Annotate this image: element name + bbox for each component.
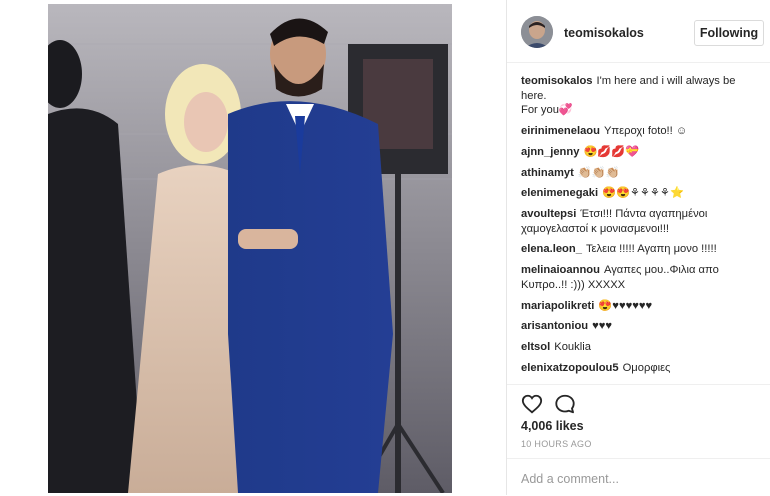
comment-text: 👏🏼👏🏼👏🏼 bbox=[577, 166, 620, 179]
list-item: elena.leon_ Τελεια !!!!! Αγαπη μονο !!!!! bbox=[521, 242, 757, 257]
comment-text: Ομορφιες bbox=[622, 361, 671, 374]
list-item: ajnn_jenny 😍💋💋💝 bbox=[521, 145, 757, 160]
avatar[interactable] bbox=[521, 16, 553, 48]
comment-username[interactable]: elena.leon_ bbox=[521, 243, 582, 255]
comment-text: Τελεια !!!!! Αγαπη μονο !!!!! bbox=[585, 243, 717, 256]
list-item: arisantoniou ♥♥♥ bbox=[521, 319, 757, 334]
heart-icon[interactable] bbox=[521, 393, 543, 415]
comment-text: 😍💋💋💝 bbox=[583, 145, 640, 158]
likes-count[interactable]: 4,006 likes bbox=[521, 419, 584, 433]
list-item: elenimenegaki 😍😍⚘⚘⚘⚘⭐ bbox=[521, 186, 757, 201]
add-comment-input[interactable] bbox=[521, 469, 761, 489]
comment-username[interactable]: arisantoniou bbox=[521, 320, 588, 332]
comment-username[interactable]: eltsol bbox=[521, 341, 550, 353]
comment-username[interactable]: elenixatzopoulou5 bbox=[521, 362, 619, 374]
comment-text: 😍😍⚘⚘⚘⚘⭐ bbox=[602, 187, 685, 200]
comment-username[interactable]: eirinimenelaou bbox=[521, 125, 600, 137]
list-item: melinaioannou Αγαπες μου..Φιλια απο Κυπρο… bbox=[521, 263, 757, 292]
comment-username[interactable]: athinamyt bbox=[521, 167, 574, 179]
author-username[interactable]: teomisokalos bbox=[564, 26, 644, 40]
comment-username[interactable]: mariapolikreti bbox=[521, 300, 594, 312]
avatar-image bbox=[521, 16, 553, 48]
comment-text: Υπεροχι foto!! ☺ bbox=[603, 124, 688, 137]
post-photo[interactable] bbox=[48, 4, 452, 493]
following-button[interactable]: Following bbox=[694, 20, 764, 46]
comment-username[interactable]: teomisokalos bbox=[521, 75, 593, 87]
list-item: eltsol Kouklia bbox=[521, 340, 757, 355]
comment-icon[interactable] bbox=[554, 393, 576, 415]
list-item: athinamyt 👏🏼👏🏼👏🏼 bbox=[521, 166, 757, 181]
comment-username[interactable]: elenimenegaki bbox=[521, 187, 598, 199]
timestamp: 10 HOURS AGO bbox=[521, 439, 592, 449]
comment-text: Kouklia bbox=[554, 341, 591, 354]
comments-list[interactable]: teomisokalos I'm here and i will always b… bbox=[521, 74, 757, 384]
post-header: teomisokalos Following bbox=[507, 0, 770, 63]
comment-text: 😍♥♥♥♥♥♥ bbox=[598, 299, 653, 312]
photo-illustration bbox=[48, 4, 452, 493]
list-item: mariapolikreti 😍♥♥♥♥♥♥ bbox=[521, 299, 757, 314]
action-bar bbox=[507, 384, 770, 415]
post-sidebar: teomisokalos Following teomisokalos I'm h… bbox=[507, 0, 770, 495]
comment-username[interactable]: melinaioannou bbox=[521, 264, 600, 276]
list-item: eirinimenelaou Υπεροχι foto!! ☺ bbox=[521, 124, 757, 139]
comment-username[interactable]: avoultepsi bbox=[521, 208, 576, 220]
add-comment-area bbox=[507, 458, 770, 496]
list-item: elenixatzopoulou5 Ομορφιες bbox=[521, 361, 757, 376]
comment-username[interactable]: ajnn_jenny bbox=[521, 146, 579, 158]
caption: teomisokalos I'm here and i will always b… bbox=[521, 74, 757, 118]
comment-text: ♥♥♥ bbox=[592, 320, 613, 333]
list-item: avoultepsi Έτσι!!! Πάντα αγαπημένοι χαμογ… bbox=[521, 207, 757, 236]
